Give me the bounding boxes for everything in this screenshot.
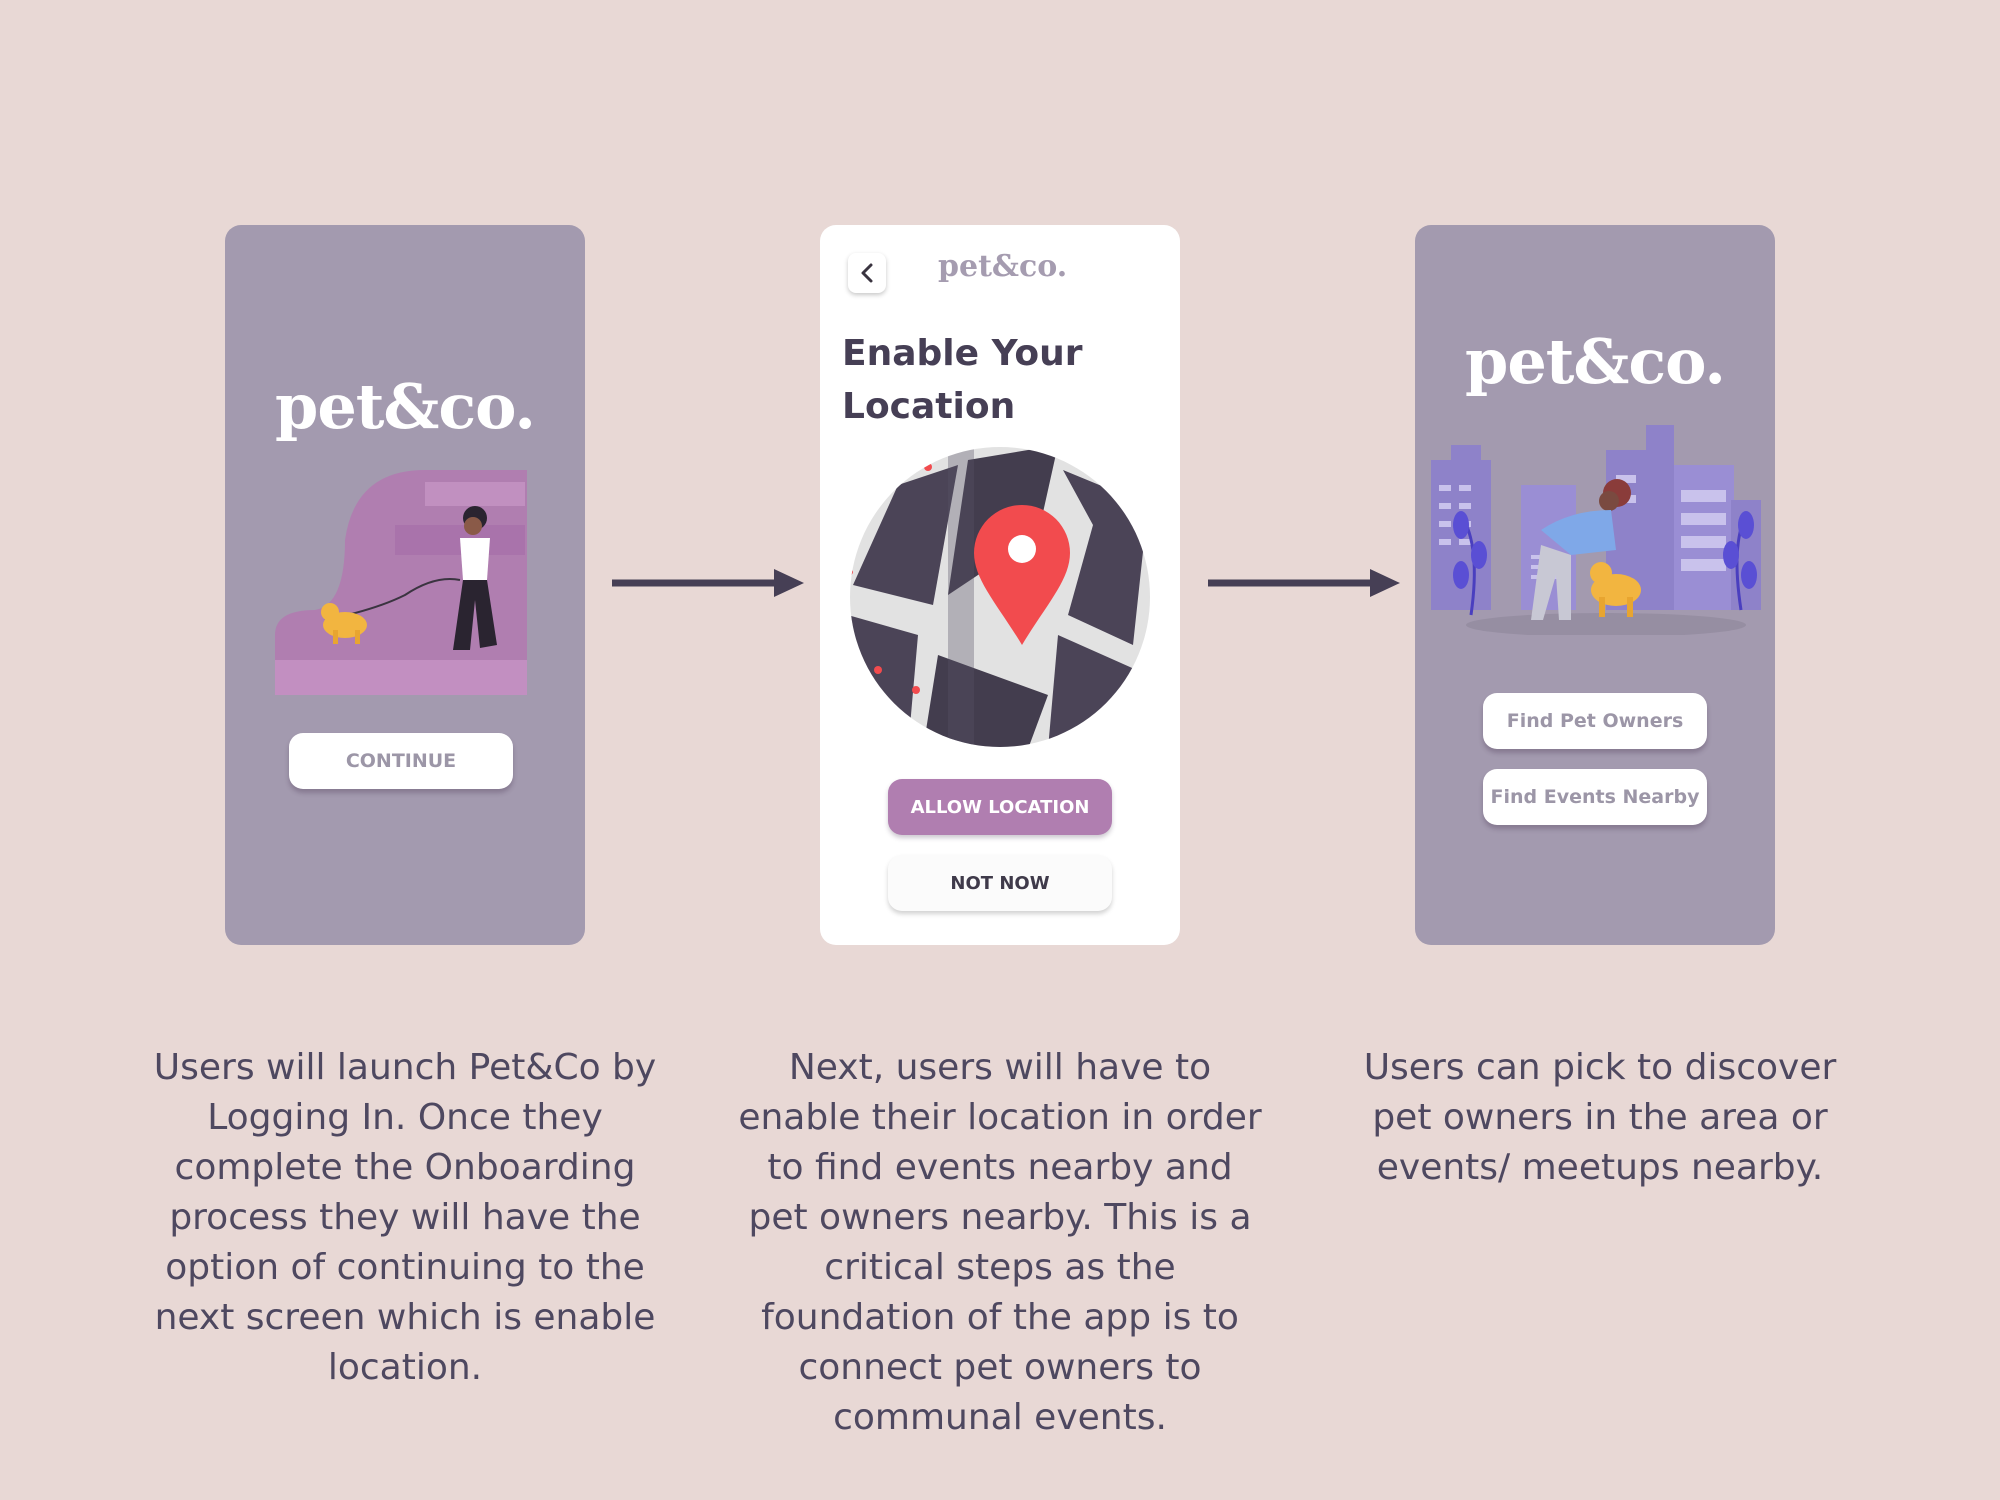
description-discover: Users can pick to discover pet owners in… bbox=[1320, 1043, 1880, 1193]
description-line: Logging In. Once they bbox=[207, 1097, 603, 1138]
description-location: Next, users will have to enable their lo… bbox=[720, 1043, 1280, 1443]
description-line: communal events. bbox=[833, 1397, 1167, 1438]
continue-button[interactable]: CONTINUE bbox=[289, 733, 513, 789]
right-arrow-icon bbox=[612, 569, 804, 597]
app-logo: pet&co. bbox=[1464, 325, 1726, 398]
description-line: Users can pick to discover bbox=[1363, 1047, 1837, 1088]
allow-location-button[interactable]: ALLOW LOCATION bbox=[888, 779, 1112, 835]
app-logo-small: pet&co. bbox=[938, 249, 1068, 284]
description-line: process they will have the bbox=[169, 1197, 641, 1238]
description-line: Users will launch Pet&Co by bbox=[153, 1047, 657, 1088]
description-line: location. bbox=[327, 1347, 483, 1388]
description-launch: Users will launch Pet&Co by Logging In. … bbox=[130, 1043, 680, 1393]
dog-walking-illustration bbox=[275, 470, 527, 695]
description-line: complete the Onboarding bbox=[174, 1147, 636, 1188]
title-line: Enable Your bbox=[842, 333, 1083, 374]
description-line: foundation of the app is to bbox=[761, 1297, 1239, 1338]
map-pin-illustration bbox=[850, 447, 1150, 747]
title-line: Location bbox=[842, 386, 1016, 427]
app-logo: pet&co. bbox=[274, 370, 536, 443]
right-arrow-icon bbox=[1208, 569, 1400, 597]
description-line: critical steps as the bbox=[824, 1247, 1176, 1288]
find-events-nearby-button[interactable]: Find Events Nearby bbox=[1483, 769, 1707, 825]
not-now-button[interactable]: NOT NOW bbox=[888, 855, 1112, 911]
city-pet-owner-illustration bbox=[1431, 425, 1761, 635]
description-line: Next, users will have to bbox=[788, 1047, 1212, 1088]
back-button[interactable] bbox=[848, 253, 886, 293]
description-line: pet owners nearby. This is a bbox=[748, 1197, 1252, 1238]
find-pet-owners-button[interactable]: Find Pet Owners bbox=[1483, 693, 1707, 749]
discover-screen: pet&co. Find Pet Owners Find Events Near… bbox=[1415, 225, 1775, 945]
description-line: connect pet owners to bbox=[798, 1347, 1202, 1388]
description-line: option of continuing to the bbox=[165, 1247, 645, 1288]
page-title: Enable Your Location bbox=[842, 327, 1162, 433]
description-line: events/ meetups nearby. bbox=[1376, 1147, 1824, 1188]
description-line: next screen which is enable bbox=[154, 1297, 656, 1338]
description-line: enable their location in order bbox=[738, 1097, 1262, 1138]
description-line: pet owners in the area or bbox=[1372, 1097, 1828, 1138]
location-screen: pet&co. Enable Your Location ALLOW LOCAT… bbox=[820, 225, 1180, 945]
chevron-left-icon bbox=[861, 263, 873, 283]
splash-screen: pet&co. CONTINUE bbox=[225, 225, 585, 945]
description-line: to find events nearby and bbox=[767, 1147, 1233, 1188]
